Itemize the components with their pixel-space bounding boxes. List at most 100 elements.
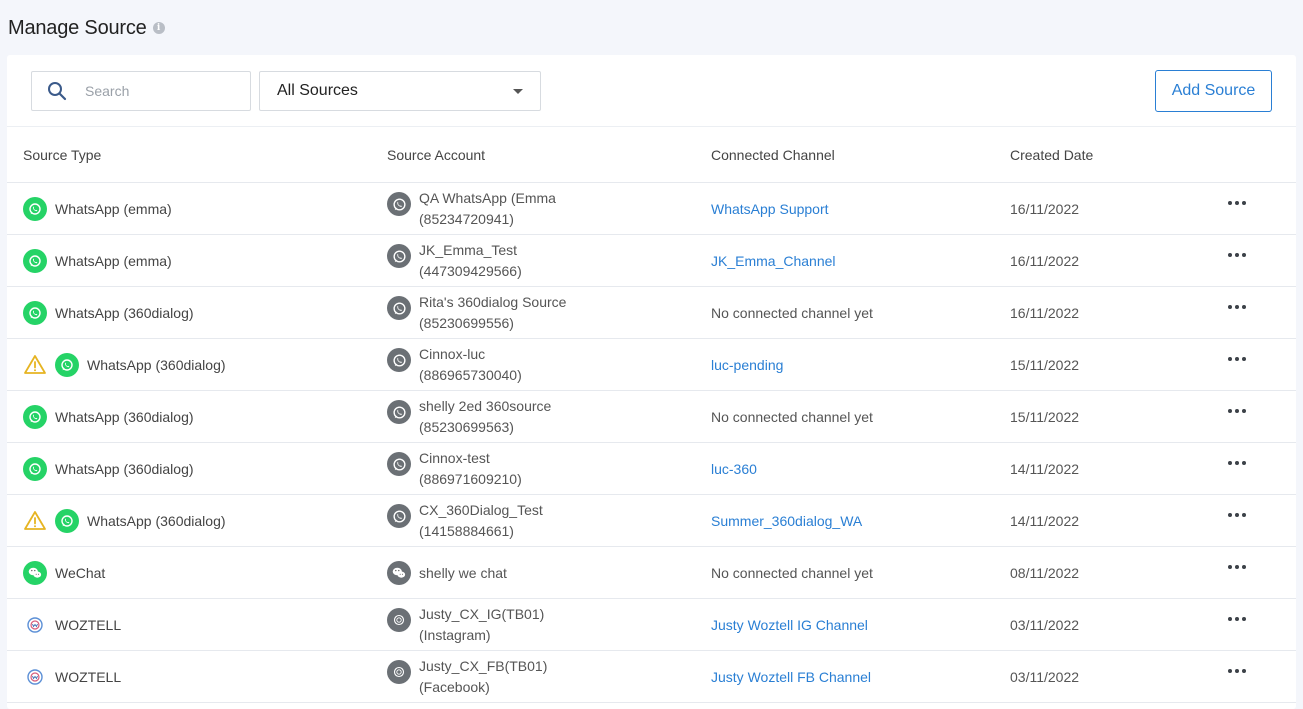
more-options-icon[interactable] — [1226, 559, 1248, 575]
whatsapp-icon — [23, 457, 47, 481]
whatsapp-account-icon — [387, 452, 411, 476]
source-account-name: Justy_CX_FB(TB01) — [419, 658, 548, 674]
table-row[interactable]: WhatsApp (emma) JK_Emma_Test (447309429566… — [7, 235, 1296, 287]
source-type-label: WOZTELL — [55, 617, 122, 633]
whatsapp-account-icon — [387, 400, 411, 424]
created-date: 08/11/2022 — [1010, 565, 1080, 581]
source-account-cell: Justy_CX_FB(TB01) (Facebook) — [387, 651, 547, 703]
created-date: 16/11/2022 — [1010, 253, 1080, 269]
row-actions-cell — [1223, 489, 1251, 541]
table-row[interactable]: WhatsApp (360dialog) shelly 2ed 360source… — [7, 391, 1296, 443]
more-options-icon[interactable] — [1226, 403, 1248, 419]
whatsapp-account-icon — [387, 296, 411, 320]
connected-channel-cell: luc-360 — [711, 443, 757, 495]
connected-channel-link[interactable]: luc-360 — [711, 461, 757, 477]
more-options-icon[interactable] — [1226, 351, 1248, 367]
source-account-cell: Cinnox-luc (886965730040) — [387, 339, 522, 391]
created-date: 03/11/2022 — [1010, 617, 1080, 633]
source-type-cell: WeChat — [23, 547, 105, 599]
connected-channel-link[interactable]: Justy Woztell FB Channel — [711, 669, 871, 685]
column-header-source-type[interactable]: Source Type — [23, 147, 101, 163]
connected-channel-link[interactable]: Justy Woztell IG Channel — [711, 617, 868, 633]
created-date: 15/11/2022 — [1010, 409, 1080, 425]
source-account-name: Cinnox-luc — [419, 346, 486, 362]
source-account-cell: Rita's 360dialog Source (85230699556) — [387, 287, 566, 339]
more-options-icon[interactable] — [1226, 507, 1248, 523]
source-account-name: Rita's 360dialog Source — [419, 294, 567, 310]
woztell-account-icon — [387, 608, 411, 632]
row-actions-cell — [1223, 385, 1251, 437]
source-filter-dropdown[interactable]: All Sources — [259, 71, 541, 111]
source-account-id: (886971609210) — [419, 471, 522, 487]
source-type-label: WhatsApp (360dialog) — [87, 513, 226, 529]
created-date-cell: 08/11/2022 — [1010, 547, 1079, 599]
search-input[interactable] — [85, 83, 225, 99]
table-row[interactable]: WhatsApp (360dialog) CX_360Dialog_Test (14… — [7, 495, 1296, 547]
table-row[interactable]: WhatsApp (360dialog) Cinnox-luc (886965730… — [7, 339, 1296, 391]
connected-channel-cell: Summer_360dialog_WA — [711, 495, 862, 547]
more-options-icon[interactable] — [1226, 611, 1248, 627]
connected-channel-cell: WhatsApp Support — [711, 183, 829, 235]
sources-card: All Sources Add Source Source Type Sourc… — [7, 55, 1296, 709]
info-icon[interactable]: i — [152, 22, 165, 34]
source-type-label: WhatsApp (emma) — [55, 201, 172, 217]
created-date-cell: 16/11/2022 — [1010, 183, 1079, 235]
source-type-cell: WhatsApp (emma) — [23, 235, 172, 287]
table-body: WhatsApp (emma) QA WhatsApp (Emma (8523472… — [7, 183, 1296, 703]
source-type-label: WhatsApp (360dialog) — [55, 409, 194, 425]
source-account-name: JK_Emma_Test — [419, 242, 518, 258]
add-source-button[interactable]: Add Source — [1155, 70, 1272, 112]
source-type-cell: WhatsApp (360dialog) — [23, 287, 194, 339]
created-date-cell: 14/11/2022 — [1010, 443, 1079, 495]
warning-icon[interactable] — [23, 509, 47, 533]
connected-channel-link[interactable]: luc-pending — [711, 357, 783, 373]
more-options-icon[interactable] — [1226, 455, 1248, 471]
created-date: 14/11/2022 — [1010, 513, 1080, 529]
warning-icon[interactable] — [23, 353, 47, 377]
whatsapp-icon — [23, 249, 47, 273]
table-row[interactable]: WOZTELL Justy_CX_FB(TB01) (Facebook) Justy … — [7, 651, 1296, 703]
table-row[interactable]: WhatsApp (360dialog) Cinnox-test (88697160… — [7, 443, 1296, 495]
source-type-label: WhatsApp (360dialog) — [87, 357, 226, 373]
more-options-icon[interactable] — [1226, 195, 1248, 211]
woztell-account-icon — [387, 660, 411, 684]
connected-channel-cell: No connected channel yet — [711, 287, 873, 339]
more-options-icon[interactable] — [1226, 299, 1248, 315]
table-header: Source Type Source Account Connected Cha… — [7, 127, 1296, 183]
search-box[interactable] — [31, 71, 251, 111]
row-actions-cell — [1223, 229, 1251, 281]
source-filter-value: All Sources — [277, 82, 358, 99]
row-actions-cell — [1223, 645, 1251, 697]
source-type-label: WhatsApp (360dialog) — [55, 305, 194, 321]
connected-channel-link[interactable]: JK_Emma_Channel — [711, 253, 836, 269]
more-options-icon[interactable] — [1226, 247, 1248, 263]
source-account-name: Cinnox-test — [419, 450, 490, 466]
row-actions-cell — [1223, 281, 1251, 333]
created-date-cell: 03/11/2022 — [1010, 599, 1079, 651]
connected-channel-link[interactable]: WhatsApp Support — [711, 201, 829, 217]
source-account-name: shelly 2ed 360source — [419, 398, 552, 414]
whatsapp-icon — [55, 353, 79, 377]
source-account-id: (85230699563) — [419, 419, 514, 435]
connected-channel-link[interactable]: Summer_360dialog_WA — [711, 513, 862, 529]
column-header-created-date[interactable]: Created Date — [1010, 147, 1093, 163]
source-account-id: (14158884661) — [419, 523, 514, 539]
table-row[interactable]: WOZTELL Justy_CX_IG(TB01) (Instagram) Justy… — [7, 599, 1296, 651]
created-date-cell: 15/11/2022 — [1010, 339, 1079, 391]
source-account-cell: JK_Emma_Test (447309429566) — [387, 235, 522, 287]
table-row[interactable]: WhatsApp (360dialog) Rita's 360dialog Sou… — [7, 287, 1296, 339]
source-account-name: QA WhatsApp (Emma — [419, 190, 556, 206]
column-header-source-account[interactable]: Source Account — [387, 147, 485, 163]
created-date: 16/11/2022 — [1010, 305, 1080, 321]
source-account-cell: Cinnox-test (886971609210) — [387, 443, 522, 495]
table-row[interactable]: WeChat shelly we chat No connected channel… — [7, 547, 1296, 599]
connected-channel-cell: No connected channel yet — [711, 391, 873, 443]
woztell-icon — [23, 613, 47, 637]
column-header-connected-channel[interactable]: Connected Channel — [711, 147, 835, 163]
source-type-cell: WOZTELL — [23, 599, 121, 651]
row-actions-cell — [1223, 437, 1251, 489]
table-row[interactable]: WhatsApp (emma) QA WhatsApp (Emma (8523472… — [7, 183, 1296, 235]
no-channel-text: No connected channel yet — [711, 409, 873, 425]
source-account-cell: Justy_CX_IG(TB01) (Instagram) — [387, 599, 544, 651]
more-options-icon[interactable] — [1226, 663, 1248, 679]
